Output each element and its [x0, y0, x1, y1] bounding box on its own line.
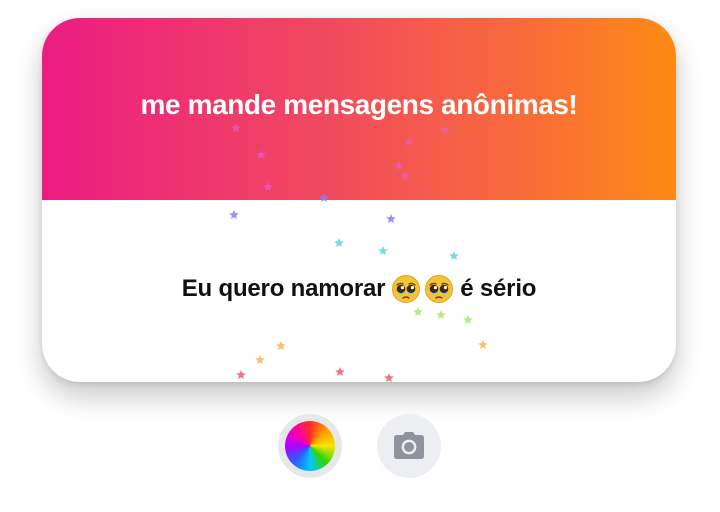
pleading-face-icon: [392, 275, 421, 303]
camera-button[interactable]: [377, 414, 441, 478]
message-text: Eu quero namorar é sério: [181, 274, 537, 304]
card-body: Eu quero namorar é sério: [42, 200, 676, 382]
color-picker-button[interactable]: [278, 414, 342, 478]
bottom-controls: [0, 414, 720, 478]
card-title: me mande mensagens anônimas!: [140, 89, 578, 120]
camera-icon: [394, 432, 424, 459]
color-wheel-icon: [285, 421, 335, 471]
pleading-face-icon: [425, 275, 454, 303]
message-main-text: Eu quero namorar: [181, 275, 386, 302]
message-card: me mande mensagens anônimas! Eu quero na…: [42, 18, 676, 382]
card-header: me mande mensagens anônimas!: [42, 18, 676, 200]
pleading-face-emojis: [391, 274, 454, 304]
message-suffix-text: é sério: [460, 275, 537, 302]
